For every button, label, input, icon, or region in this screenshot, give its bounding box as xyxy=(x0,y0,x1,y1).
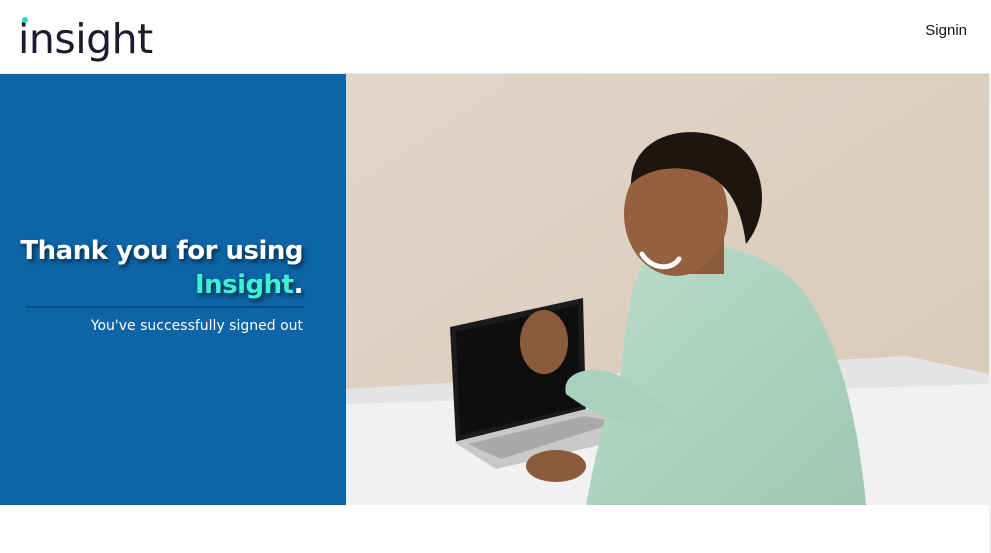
hero-photo xyxy=(346,74,989,505)
brand-line: Insight. xyxy=(0,268,304,302)
signin-link[interactable]: Signin xyxy=(925,22,967,39)
brand-period: . xyxy=(293,270,304,300)
signed-out-message: You've successfully signed out xyxy=(90,318,303,334)
insight-logo[interactable]: insight xyxy=(18,8,153,60)
brand-name: Insight xyxy=(194,270,294,300)
logo-dot-icon xyxy=(22,17,28,23)
thank-you-heading: Thank you for using Insight. xyxy=(0,234,303,302)
logo-text: insight xyxy=(18,15,153,63)
divider xyxy=(26,306,303,308)
header: insight Signin xyxy=(0,0,991,74)
signout-message-panel: Thank you for using Insight. You've succ… xyxy=(0,74,346,505)
thank-you-line: Thank you for using xyxy=(20,236,303,266)
